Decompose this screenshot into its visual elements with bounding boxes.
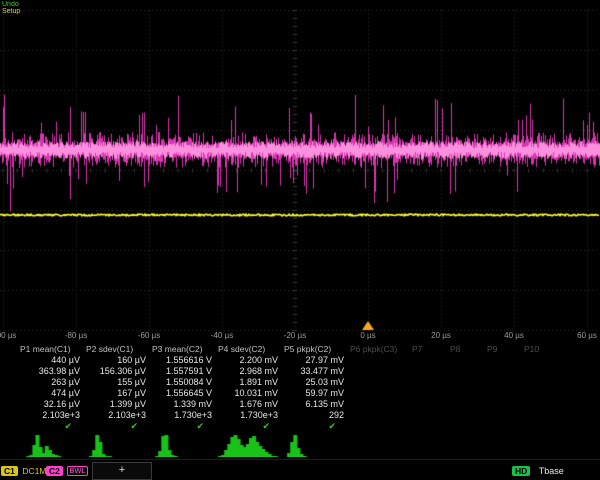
- param-column-p8: P8: [450, 344, 484, 355]
- param-header[interactable]: P4 sdev(C2): [218, 344, 280, 355]
- param-value: 1.730e+3: [218, 410, 280, 421]
- time-label: 60 µs: [565, 331, 600, 340]
- param-column-p6: P6 pkpk(C3): [350, 344, 412, 355]
- cursor-crosshair-box[interactable]: +: [92, 462, 152, 480]
- param-value: 1.557591 V: [152, 366, 214, 377]
- param-value: 1.556645 V: [152, 388, 214, 399]
- histicon-p3[interactable]: [152, 433, 214, 457]
- param-value: 167 µV: [86, 388, 148, 399]
- time-label: -60 µs: [127, 331, 171, 340]
- param-value: 2.103e+3: [20, 410, 82, 421]
- c2-bandwidth-limit-badge: BWL: [67, 466, 87, 476]
- param-header[interactable]: P5 pkpk(C2): [284, 344, 346, 355]
- param-value: 59.97 mV: [284, 388, 346, 399]
- param-status-check: ✔: [152, 421, 214, 431]
- histicon-p2[interactable]: [86, 433, 148, 457]
- param-column-p10: P10: [524, 344, 558, 355]
- param-value: 155 µV: [86, 377, 148, 388]
- c1-chip: C1: [1, 466, 18, 476]
- time-label: -100 µs: [0, 331, 25, 340]
- histicon-p1[interactable]: [20, 433, 82, 457]
- param-column-p3: P3 mean(C2)1.556616 V1.557591 V1.550084 …: [152, 344, 214, 431]
- time-label: -20 µs: [273, 331, 317, 340]
- param-value: 1.556616 V: [152, 355, 214, 366]
- param-value: 363.98 µV: [20, 366, 82, 377]
- param-header[interactable]: P2 sdev(C1): [86, 344, 148, 355]
- param-value: 263 µV: [20, 377, 82, 388]
- time-label: -80 µs: [54, 331, 98, 340]
- param-value: 1.730e+3: [152, 410, 214, 421]
- param-value: 32.16 µV: [20, 399, 82, 410]
- param-header[interactable]: P10: [524, 344, 558, 355]
- bottom-bar: C1 DC1M 10.0 mV C2 BWL DC1M + HD Tbase 1…: [0, 459, 600, 480]
- c1-coupling: DC1M: [22, 466, 46, 476]
- param-value: 25.03 mV: [284, 377, 346, 388]
- param-header[interactable]: P1 mean(C1): [20, 344, 82, 355]
- top-left-status[interactable]: Undo Setup: [2, 1, 20, 15]
- param-value: 6.135 mV: [284, 399, 346, 410]
- param-value: 2.200 mV: [218, 355, 280, 366]
- param-header[interactable]: P7: [412, 344, 446, 355]
- param-value: 292: [284, 410, 346, 421]
- param-value: 2.968 mV: [218, 366, 280, 377]
- param-value: 440 µV: [20, 355, 82, 366]
- param-header[interactable]: P9: [487, 344, 521, 355]
- param-column-p1: P1 mean(C1)440 µV363.98 µV263 µV474 µV32…: [20, 344, 82, 431]
- param-column-p5: P5 pkpk(C2)27.97 mV33.477 mV25.03 mV59.9…: [284, 344, 346, 431]
- param-status-check: ✔: [86, 421, 148, 431]
- crosshair-icon: +: [119, 464, 125, 476]
- param-value: 1.676 mV: [218, 399, 280, 410]
- param-value: 156.306 µV: [86, 366, 148, 377]
- param-status-check: ✔: [218, 421, 280, 431]
- param-header[interactable]: P6 pkpk(C3): [350, 344, 412, 355]
- time-label: 20 µs: [419, 331, 463, 340]
- param-column-p9: P9: [487, 344, 521, 355]
- param-value: 474 µV: [20, 388, 82, 399]
- top-left-status-line2: Setup: [2, 8, 20, 15]
- param-column-p2: P2 sdev(C1)160 µV156.306 µV155 µV167 µV1…: [86, 344, 148, 431]
- param-value: 160 µV: [86, 355, 148, 366]
- tbase-label: Tbase: [539, 466, 564, 476]
- param-value: 1.891 mV: [218, 377, 280, 388]
- time-label: -40 µs: [200, 331, 244, 340]
- param-value: 1.339 mV: [152, 399, 214, 410]
- time-label: 0 µs: [346, 331, 390, 340]
- param-value: 27.97 mV: [284, 355, 346, 366]
- measurement-table: P1 mean(C1)440 µV363.98 µV263 µV474 µV32…: [0, 344, 600, 432]
- param-value: 1.399 µV: [86, 399, 148, 410]
- param-column-p7: P7: [412, 344, 446, 355]
- oscilloscope-screen: Undo Setup -100 µs -80 µs -60 µs -40 µs -20 …: [0, 0, 600, 480]
- c2-chip: C2: [46, 466, 63, 476]
- param-value: 10.031 mV: [218, 388, 280, 399]
- time-label: 40 µs: [492, 331, 536, 340]
- timebase-descriptor[interactable]: HD Tbase 13 Bits 20.0 µs: [512, 461, 600, 480]
- param-status-check: ✔: [284, 421, 346, 431]
- waveform-grid[interactable]: [0, 8, 600, 332]
- param-value: 2.103e+3: [86, 410, 148, 421]
- param-status-check: ✔: [20, 421, 82, 431]
- histicon-p5[interactable]: [284, 433, 346, 457]
- param-column-p4: P4 sdev(C2)2.200 mV2.968 mV1.891 mV10.03…: [218, 344, 280, 431]
- param-value: 1.550084 V: [152, 377, 214, 388]
- hd-mode-chip: HD: [512, 466, 530, 476]
- top-left-status-line1: Undo: [2, 1, 20, 8]
- param-header[interactable]: P8: [450, 344, 484, 355]
- param-value: 33.477 mV: [284, 366, 346, 377]
- channel-c1-descriptor[interactable]: C1 DC1M 10.0 mV: [1, 461, 46, 480]
- histicon-p4[interactable]: [218, 433, 280, 457]
- param-header[interactable]: P3 mean(C2): [152, 344, 214, 355]
